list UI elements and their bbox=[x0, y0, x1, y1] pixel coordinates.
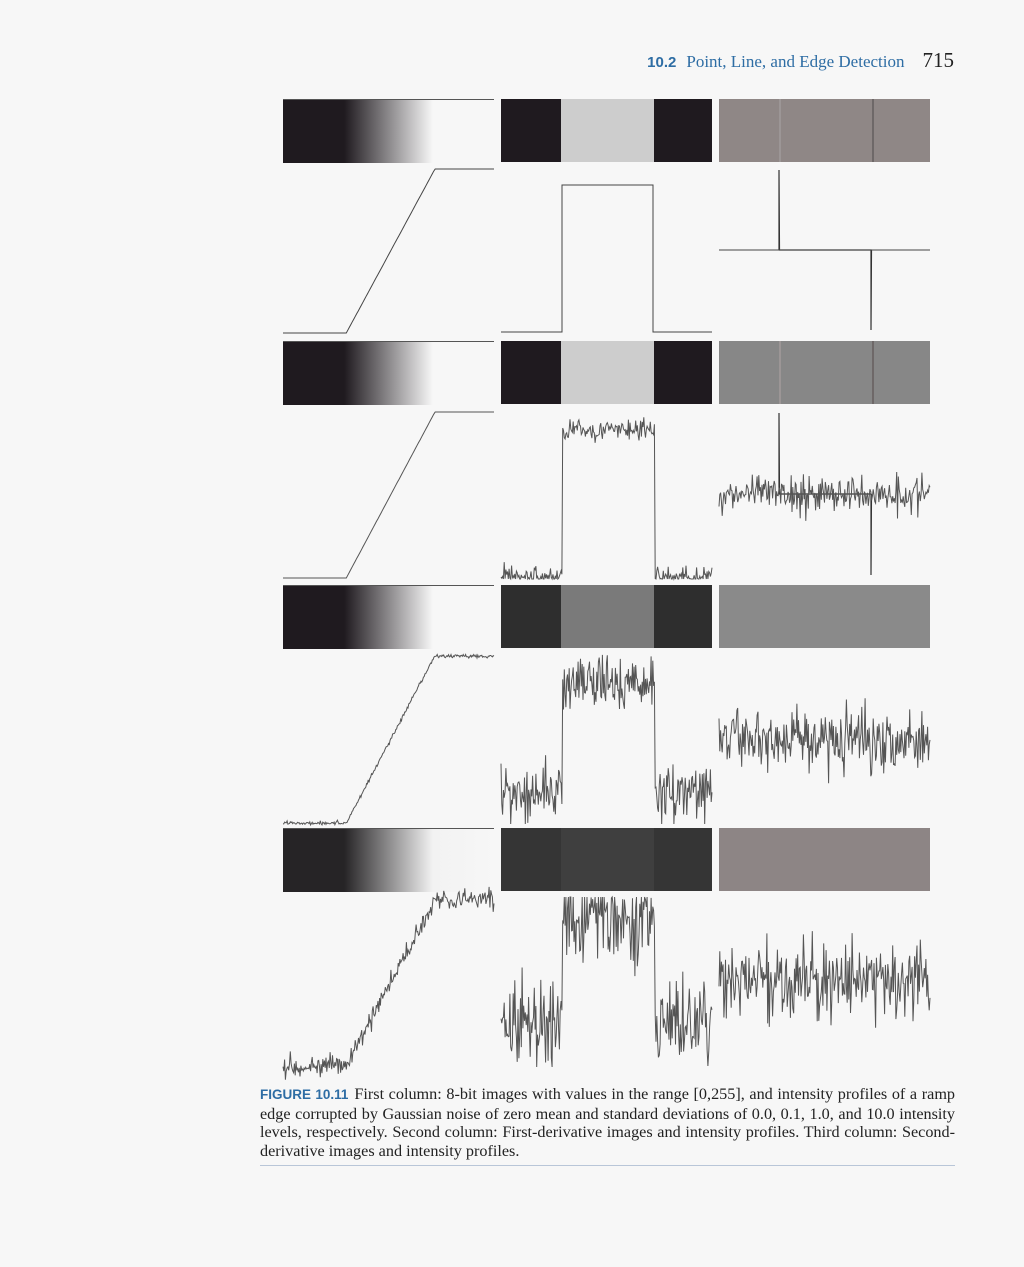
second-derivative-image bbox=[719, 828, 930, 891]
figure-10-11 bbox=[0, 0, 1024, 1080]
second-derivative-image bbox=[719, 99, 930, 162]
profile-line bbox=[500, 417, 713, 581]
profile-line bbox=[501, 184, 712, 333]
profile-line bbox=[283, 411, 494, 579]
ramp-image bbox=[283, 585, 494, 649]
first-derivative-profile bbox=[500, 895, 713, 1068]
profile-line bbox=[283, 168, 494, 334]
second-derivative-profile bbox=[718, 931, 931, 1028]
second-derivative-image bbox=[719, 341, 930, 404]
first-derivative-image bbox=[501, 585, 712, 648]
ramp-profile bbox=[283, 653, 495, 827]
ramp-image bbox=[283, 828, 494, 892]
second-derivative-image bbox=[719, 585, 930, 648]
first-derivative-profile bbox=[501, 184, 712, 333]
second-derivative-profile bbox=[719, 169, 930, 331]
ramp-profile bbox=[282, 886, 495, 1080]
first-derivative-profile bbox=[500, 654, 713, 825]
profile-line bbox=[283, 653, 495, 827]
caption-text: First column: 8-bit images with values i… bbox=[260, 1085, 955, 1160]
ramp-image bbox=[283, 99, 494, 163]
figure-caption: FIGURE 10.11 First column: 8-bit images w… bbox=[260, 1085, 955, 1160]
profile-line bbox=[718, 471, 931, 521]
first-derivative-image bbox=[501, 341, 712, 404]
figure-label: FIGURE 10.11 bbox=[260, 1087, 349, 1102]
profile-line bbox=[718, 931, 931, 1028]
ramp-image bbox=[283, 341, 494, 405]
ramp-profile bbox=[283, 411, 494, 579]
second-derivative-profile bbox=[718, 698, 931, 784]
first-derivative-profile bbox=[500, 417, 713, 581]
first-derivative-image bbox=[501, 828, 712, 891]
caption-rule bbox=[260, 1165, 955, 1166]
second-derivative-profile bbox=[718, 412, 931, 576]
profile-line bbox=[282, 886, 495, 1080]
profile-line bbox=[500, 895, 713, 1068]
ramp-profile bbox=[283, 168, 494, 334]
profile-line bbox=[718, 698, 931, 784]
first-derivative-image bbox=[501, 99, 712, 162]
profile-line bbox=[500, 654, 713, 825]
